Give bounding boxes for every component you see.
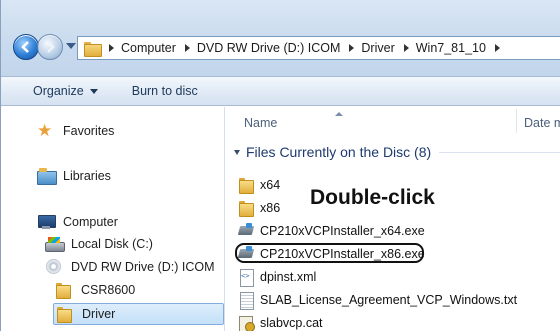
file-row-dpinst[interactable]: dpinst.xml (238, 269, 317, 287)
instruction-callout: Double-click (304, 184, 441, 212)
nav-item-local-disk[interactable]: Local Disk (C:) (45, 236, 153, 252)
file-name: SLAB_License_Agreement_VCP_Windows.txt (260, 293, 518, 307)
collapse-arrow-icon[interactable] (234, 149, 240, 155)
breadcrumb-separator-icon[interactable] (403, 44, 409, 52)
sort-ascending-icon (335, 112, 343, 116)
nav-item-label: CSR8600 (81, 283, 136, 297)
back-button[interactable] (13, 34, 39, 60)
folder-icon (55, 282, 73, 299)
file-row-license[interactable]: SLAB_License_Agreement_VCP_Windows.txt (238, 292, 518, 310)
file-row-slabvcp[interactable]: slabvcp.cat (238, 315, 323, 331)
file-group-header[interactable]: Files Currently on the Disc (8) (234, 144, 560, 160)
breadcrumb-computer[interactable]: Computer (121, 41, 176, 55)
breadcrumb-separator-icon[interactable] (109, 44, 114, 52)
forward-arrow-icon (47, 41, 55, 53)
file-name: x86 (260, 201, 281, 215)
nav-item-label: Favorites (63, 124, 115, 138)
nav-item-computer[interactable]: Computer (37, 214, 118, 230)
nav-item-label: Computer (63, 215, 118, 229)
folder-icon (238, 177, 254, 194)
burn-to-disc-button[interactable]: Burn to disc (124, 84, 206, 98)
back-arrow-icon (21, 41, 29, 53)
breadcrumb-separator-icon[interactable] (494, 44, 500, 52)
breadcrumb-dvd-drive[interactable]: DVD RW Drive (D:) ICOM (197, 41, 341, 55)
organize-label: Organize (33, 84, 84, 98)
folder-icon (56, 306, 74, 323)
nav-item-label: Local Disk (C:) (71, 237, 153, 251)
nav-item-libraries[interactable]: Libraries (37, 168, 111, 185)
file-name: CP210xVCPInstaller_x64.exe (260, 224, 425, 238)
file-row-installer-x64[interactable]: CP210xVCPInstaller_x64.exe (238, 223, 425, 239)
xml-file-icon (238, 269, 254, 287)
file-list-pane: Name Date m Files Currently on the Disc … (226, 107, 560, 331)
navigation-pane: ★ Favorites Libraries Computer Local Dis… (1, 107, 225, 331)
computer-icon (37, 214, 56, 230)
folder-icon (84, 41, 102, 57)
nav-item-driver[interactable]: Driver (53, 303, 224, 325)
explorer-window: Computer DVD RW Drive (D:) ICOM Driver W… (0, 0, 560, 331)
nav-item-favorites[interactable]: ★ Favorites (37, 121, 115, 140)
exe-icon (238, 223, 254, 239)
file-name: x64 (260, 178, 281, 192)
file-row-x64[interactable]: x64 (238, 177, 281, 194)
column-divider[interactable] (516, 109, 517, 133)
file-name: slabvcp.cat (260, 316, 323, 330)
folder-icon (238, 200, 254, 217)
group-divider (439, 151, 560, 153)
file-row-x86[interactable]: x86 (238, 200, 281, 217)
group-label: Files Currently on the Disc (8) (246, 144, 432, 160)
breadcrumb-separator-icon[interactable] (349, 44, 355, 52)
breadcrumb-separator-icon[interactable] (184, 44, 190, 52)
nav-item-label: Driver (82, 307, 116, 321)
chevron-down-icon (89, 89, 98, 95)
hard-disk-icon (45, 236, 65, 252)
recent-pages-dropdown-icon[interactable] (66, 43, 76, 49)
forward-button[interactable] (37, 34, 63, 60)
nav-item-label: Libraries (63, 169, 111, 183)
library-icon (37, 168, 57, 185)
dvd-drive-icon (45, 259, 63, 275)
column-header-date[interactable]: Date m (524, 116, 560, 130)
catalog-file-icon (238, 315, 255, 331)
highlight-outline (235, 243, 424, 263)
nav-item-label: DVD RW Drive (D:) ICOM (71, 260, 215, 274)
column-header-name[interactable]: Name (244, 116, 277, 130)
star-icon: ★ (37, 121, 53, 140)
nav-item-csr8600[interactable]: CSR8600 (55, 282, 136, 299)
address-bar[interactable]: Computer DVD RW Drive (D:) ICOM Driver W… (77, 36, 560, 60)
command-bar: Organize Burn to disc (1, 76, 560, 106)
breadcrumb-driver[interactable]: Driver (361, 41, 394, 55)
file-name: dpinst.xml (260, 270, 317, 284)
organize-button[interactable]: Organize (25, 84, 106, 98)
breadcrumb-win7-81-10[interactable]: Win7_81_10 (416, 41, 486, 55)
text-file-icon (238, 292, 254, 310)
nav-item-dvd-drive[interactable]: DVD RW Drive (D:) ICOM (45, 259, 215, 275)
